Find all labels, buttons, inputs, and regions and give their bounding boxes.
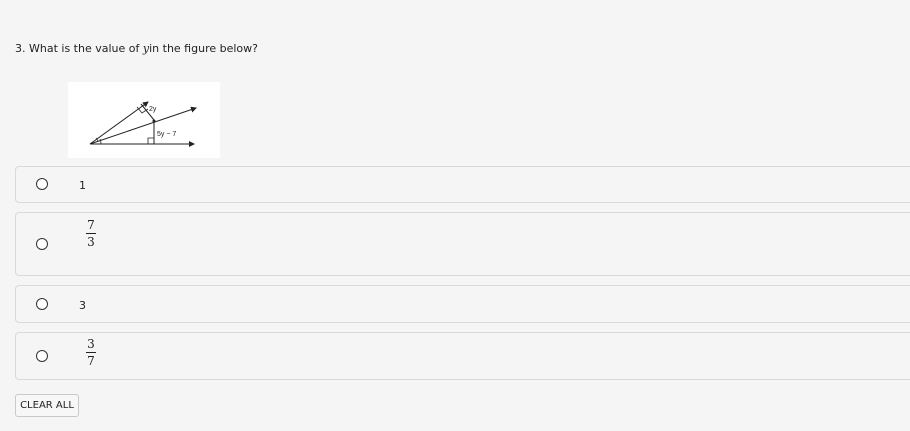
question-text-after: in the figure below?: [149, 42, 258, 55]
answer-choice-2[interactable]: 7 3: [15, 212, 910, 276]
question-text-before: What is the value of: [29, 42, 140, 55]
choice-value: 3: [79, 299, 86, 312]
clear-all-button[interactable]: CLEAR ALL: [15, 394, 79, 417]
radio-button[interactable]: [36, 178, 48, 190]
question-prompt: 3. What is the value of yin the figure b…: [15, 42, 258, 55]
question-page: 3. What is the value of yin the figure b…: [0, 0, 910, 431]
radio-button[interactable]: [36, 298, 48, 310]
fraction-denominator: 3: [87, 235, 95, 249]
fraction-bar: [86, 352, 96, 353]
fraction-numerator: 3: [87, 337, 95, 351]
fraction-bar: [86, 233, 96, 234]
bisector-point: [152, 119, 156, 123]
fraction-denominator: 7: [87, 354, 95, 368]
radio-button[interactable]: [36, 350, 48, 362]
fraction-numerator: 7: [87, 218, 95, 232]
answer-choice-3[interactable]: 3: [15, 285, 910, 323]
ray-middle: [89, 106, 197, 145]
choice-value: 1: [79, 179, 86, 192]
right-angle-mark-top: [136, 106, 149, 114]
geometry-figure: 2y 5y − 7: [68, 82, 220, 158]
question-number: 3.: [15, 42, 26, 55]
answer-choice-1[interactable]: 1: [15, 166, 910, 203]
label-top-segment: 2y: [149, 106, 157, 113]
angle-diagram: 2y 5y − 7: [89, 101, 197, 147]
ray-top: [89, 101, 149, 145]
answer-choice-4[interactable]: 3 7: [15, 332, 910, 380]
choice-fraction: 7 3: [85, 219, 97, 249]
choice-fraction: 3 7: [85, 338, 97, 368]
vertex-angle-mark: [99, 138, 102, 145]
right-angle-mark-bottom: [147, 137, 154, 144]
radio-button[interactable]: [36, 238, 48, 250]
label-bottom-segment: 5y − 7: [157, 131, 176, 138]
